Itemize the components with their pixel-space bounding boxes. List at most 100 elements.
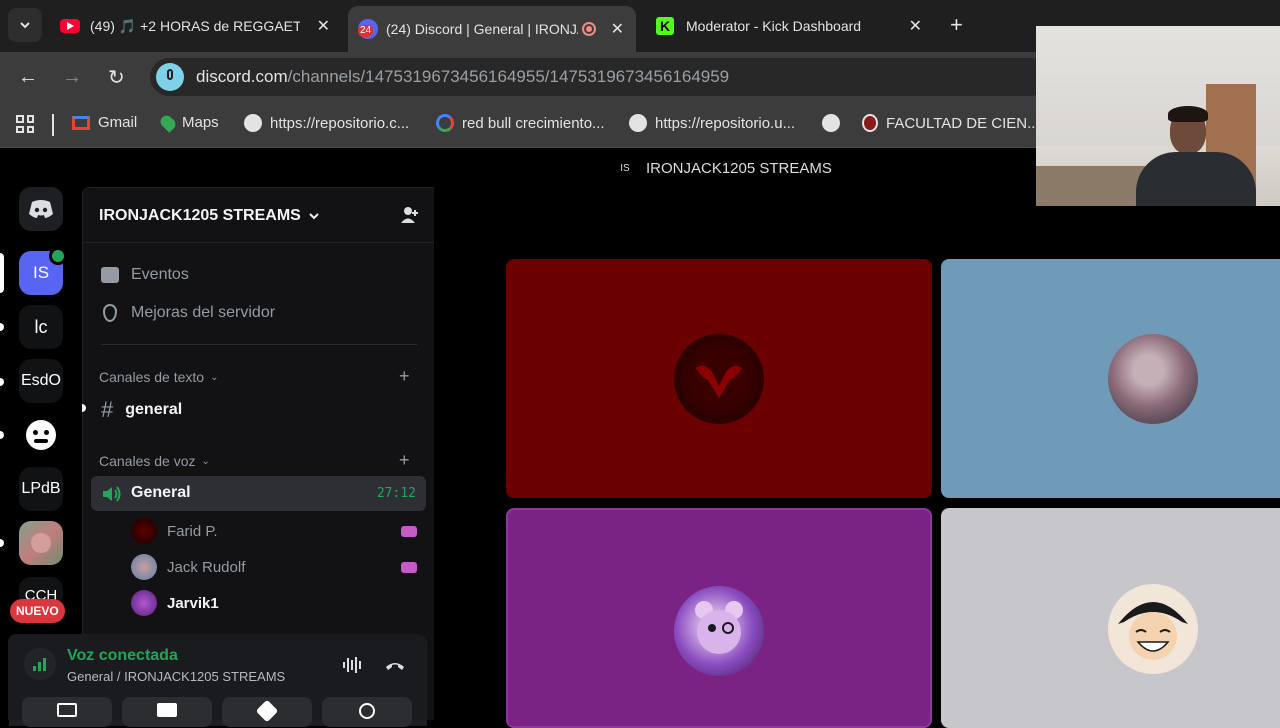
hashtag-icon: # xyxy=(101,397,114,422)
bookmark-globe[interactable] xyxy=(822,114,848,132)
selected-indicator xyxy=(0,253,4,293)
discord-logo-icon xyxy=(29,200,53,218)
voice-channel-general[interactable]: General 27:12 xyxy=(91,476,426,511)
participant-tile-farid[interactable] xyxy=(506,259,932,498)
bookmark-gmail[interactable]: Gmail xyxy=(72,114,137,131)
activities-icon xyxy=(255,699,279,723)
direct-messages-button[interactable] xyxy=(19,187,63,231)
avatar xyxy=(131,518,157,544)
bookmark-label: https://repositorio.c... xyxy=(270,114,410,132)
voice-location[interactable]: General / IRONJACK1205 STREAMS xyxy=(67,669,285,684)
video-off-button[interactable] xyxy=(22,697,112,727)
tab-kick[interactable]: K Moderator - Kick Dashboard ✕ xyxy=(646,8,936,44)
bookmark-red-bull[interactable]: red bull crecimiento... xyxy=(436,114,605,132)
disconnect-icon[interactable] xyxy=(384,658,406,670)
invite-people-icon[interactable] xyxy=(399,204,421,226)
streaming-icon xyxy=(401,526,417,537)
close-icon[interactable]: ✕ xyxy=(317,16,330,36)
tab-youtube[interactable]: (49) 🎵 +2 HORAS de REGGAETÓN ✕ xyxy=(56,8,340,44)
youtube-icon xyxy=(60,19,80,33)
server-is[interactable]: IS xyxy=(19,247,67,295)
new-badge[interactable]: NUEVO xyxy=(10,599,65,623)
voice-user-name: Jarvik1 xyxy=(167,594,219,612)
voice-user-row[interactable]: Farid P. xyxy=(131,518,421,544)
reload-icon[interactable]: ↻ xyxy=(108,65,125,90)
header-divider xyxy=(83,242,435,243)
share-screen-button[interactable] xyxy=(122,697,212,727)
avatar xyxy=(131,554,157,580)
tab-discord[interactable]: 24 (24) Discord | General | IRONJACK1205… xyxy=(348,6,636,52)
microphone-icon[interactable] xyxy=(156,63,184,91)
kick-icon: K xyxy=(656,17,674,35)
bookmark-facultad[interactable]: FACULTAD DE CIEN... xyxy=(862,114,1040,132)
recording-icon xyxy=(582,22,596,36)
server-esdo[interactable]: EsdO xyxy=(19,359,63,403)
address-bar[interactable]: discord.com /channels/147531967345616495… xyxy=(150,58,1050,96)
bookmarks-divider xyxy=(52,114,54,136)
server-header[interactable]: IRONJACK1205 STREAMS xyxy=(99,204,419,228)
avatar xyxy=(674,586,764,676)
window-title: IRONJACK1205 STREAMS xyxy=(646,160,832,177)
tab-search-button[interactable] xyxy=(8,8,42,42)
activities-button[interactable] xyxy=(222,697,312,727)
server-image[interactable] xyxy=(19,521,63,565)
create-channel-icon[interactable]: + xyxy=(399,366,410,387)
gmail-icon xyxy=(72,115,90,130)
channel-name: General xyxy=(131,484,191,501)
participant-tile-luffy[interactable] xyxy=(941,508,1280,728)
globe-icon xyxy=(244,114,262,132)
bookmark-repositorio-u[interactable]: https://repositorio.u... xyxy=(629,114,795,132)
server-lpdb[interactable]: LPdB xyxy=(19,467,63,511)
participant-tile-jack[interactable] xyxy=(941,259,1280,498)
apps-grid-icon[interactable] xyxy=(16,115,34,133)
globe-icon xyxy=(822,114,840,132)
unread-indicator xyxy=(82,404,86,412)
voice-user-name: Jack Rudolf xyxy=(167,558,246,576)
voice-user-row[interactable]: Jarvik1 xyxy=(131,590,421,616)
events-item[interactable]: Eventos xyxy=(101,264,189,286)
noise-suppression-icon[interactable] xyxy=(342,656,364,674)
chevron-down-icon xyxy=(309,213,319,220)
bookmark-label: Maps xyxy=(182,114,219,131)
close-icon[interactable]: ✕ xyxy=(611,19,624,39)
bull-logo-icon xyxy=(696,365,742,398)
server-initials: EsdO xyxy=(20,372,61,389)
cat-mascot-icon xyxy=(26,420,56,450)
category-label: Canales de voz xyxy=(99,453,196,469)
chevron-down-icon: ⌄ xyxy=(201,455,210,467)
server-lc[interactable]: lc xyxy=(19,305,63,349)
soundboard-button[interactable] xyxy=(322,697,412,727)
avatar xyxy=(1108,584,1198,674)
bookmark-label: Gmail xyxy=(98,114,138,131)
boosts-item[interactable]: Mejoras del servidor xyxy=(101,302,275,324)
tab-title: (24) Discord | General | IRONJACK1205 xyxy=(386,21,578,37)
voice-status[interactable]: Voz conectada xyxy=(67,647,178,665)
tab-title: (49) 🎵 +2 HORAS de REGGAETÓN xyxy=(90,17,300,34)
signal-icon[interactable] xyxy=(24,648,56,680)
screen-share-icon xyxy=(157,703,177,717)
camera-off-icon xyxy=(57,703,77,717)
webcam-overlay xyxy=(1036,26,1280,206)
channel-general-text[interactable]: # general xyxy=(101,397,182,422)
bookmark-maps[interactable]: Maps xyxy=(158,112,219,133)
speaker-icon xyxy=(101,485,123,503)
participant-tile-jarvik[interactable] xyxy=(506,508,932,728)
voice-user-row[interactable]: Jack Rudolf xyxy=(131,554,421,580)
google-icon xyxy=(436,114,454,132)
server-mascot[interactable] xyxy=(19,413,63,457)
bookmark-repositorio-c[interactable]: https://repositorio.c... xyxy=(244,114,409,132)
globe-icon xyxy=(629,114,647,132)
text-category-header[interactable]: Canales de texto ⌄ xyxy=(99,368,218,386)
voice-category-header[interactable]: Canales de voz ⌄ xyxy=(99,452,210,470)
close-icon[interactable]: ✕ xyxy=(909,16,922,36)
back-arrow-icon[interactable]: ← xyxy=(18,66,38,89)
create-channel-icon[interactable]: + xyxy=(399,450,410,471)
maps-icon xyxy=(158,112,178,133)
url-path: /channels/1475319673456164955/1475319673… xyxy=(287,67,730,86)
tab-badge: 24 xyxy=(358,25,374,37)
forward-arrow-icon[interactable]: → xyxy=(62,66,82,89)
server-icon-small: IS xyxy=(620,163,630,174)
new-tab-button[interactable]: + xyxy=(950,12,963,38)
avatar xyxy=(674,333,764,424)
webcam-person xyxy=(1136,106,1256,206)
